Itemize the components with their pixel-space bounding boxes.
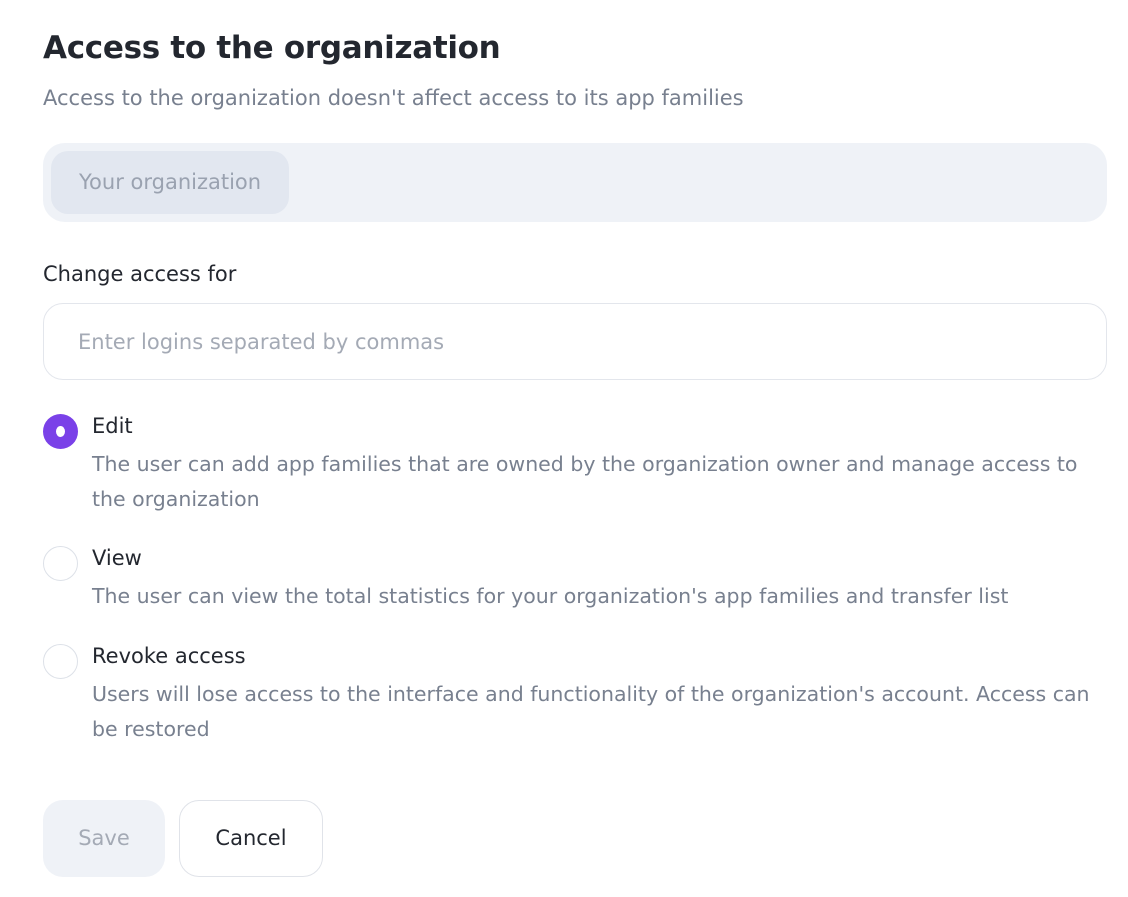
page-subtitle: Access to the organization doesn't affec… (43, 86, 744, 110)
organization-selector: Your organization (43, 143, 1107, 222)
option-title: Revoke access (92, 644, 246, 668)
page-title: Access to the organization (43, 30, 501, 66)
option-description: The user can add app families that are o… (92, 452, 1078, 511)
option-description: The user can view the total statistics f… (92, 584, 1009, 608)
logins-input[interactable] (43, 303, 1107, 380)
cancel-button[interactable]: Cancel (179, 800, 323, 877)
option-description: Users will lose access to the interface … (92, 682, 1090, 741)
organization-chip[interactable]: Your organization (51, 151, 290, 214)
radio-edit[interactable] (43, 414, 78, 449)
access-dialog: Access to the organization Access to the… (0, 0, 1128, 897)
option-title: View (92, 546, 142, 570)
radio-revoke[interactable] (43, 644, 78, 679)
change-access-label: Change access for (43, 262, 237, 286)
radio-view[interactable] (43, 546, 78, 581)
save-button[interactable]: Save (43, 800, 165, 877)
option-title: Edit (92, 414, 133, 438)
